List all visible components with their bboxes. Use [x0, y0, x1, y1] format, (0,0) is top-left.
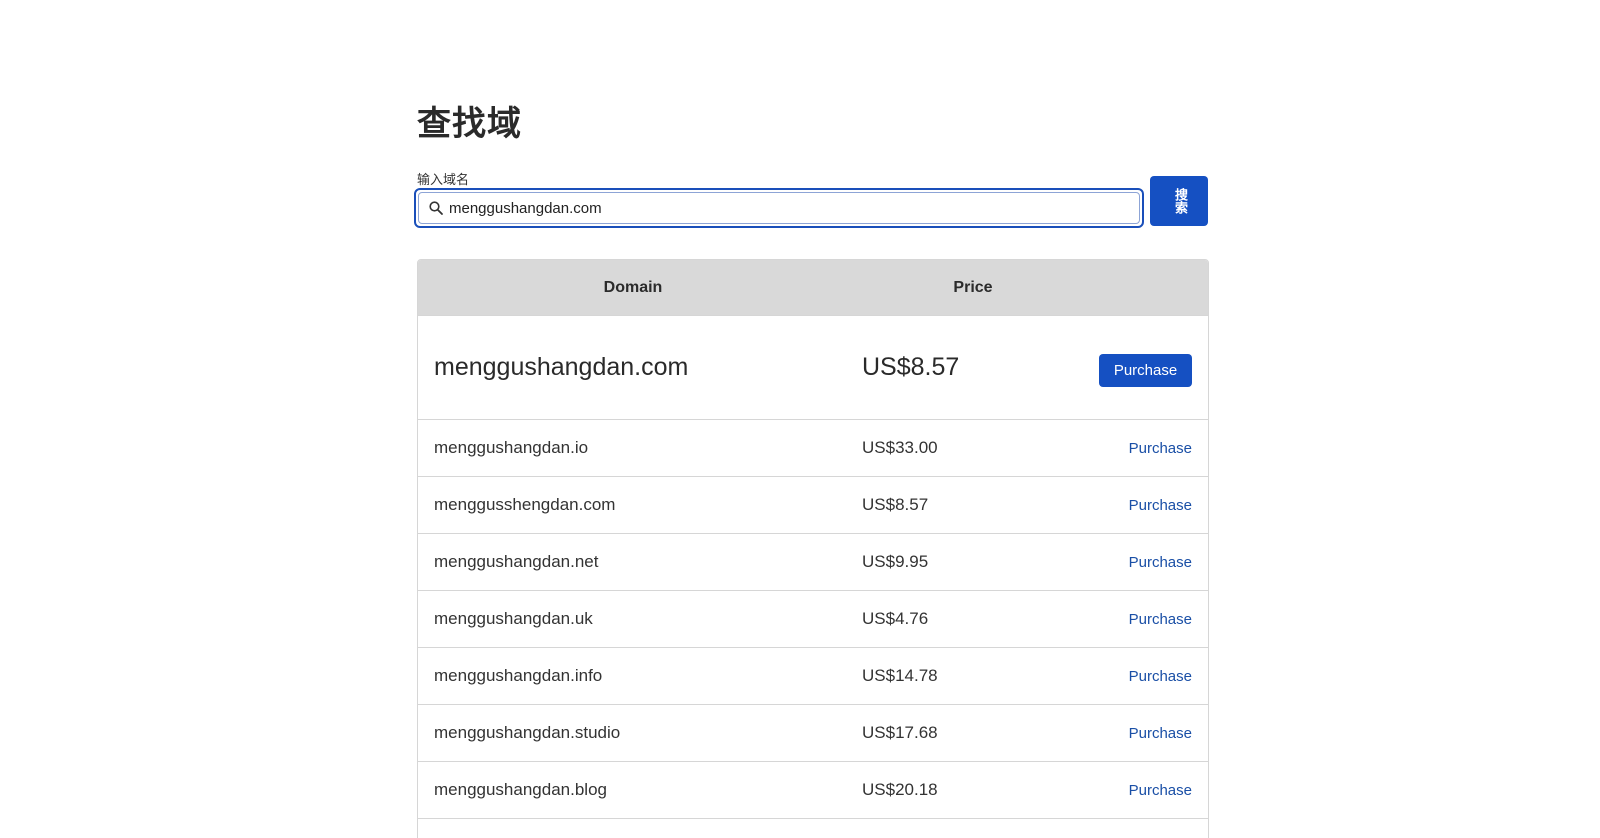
search-field-inner — [418, 192, 1140, 224]
table-row: menggushangdan.uk US$4.76 Purchase — [418, 590, 1208, 647]
table-row: menggushangdan.io US$33.00 Purchase — [418, 419, 1208, 476]
domain-price: US$14.78 — [862, 666, 938, 685]
page-title: 查找域 — [417, 105, 522, 143]
table-row-partial — [418, 818, 1208, 838]
page: 查找域 输入域名 搜索 Domain Price menggushangda — [0, 0, 1600, 838]
table-row: menggushangdan.info US$14.78 Purchase — [418, 647, 1208, 704]
search-label: 输入域名 — [417, 172, 470, 187]
domain-name: menggushangdan.info — [434, 666, 603, 685]
action-cell: Purchase — [1092, 723, 1192, 743]
domain-price: US$9.95 — [862, 552, 929, 571]
action-cell: Purchase — [1092, 495, 1192, 515]
purchase-link[interactable]: Purchase — [1129, 554, 1192, 571]
table-row: menggushangdan.blog US$20.18 Purchase — [418, 761, 1208, 818]
action-cell: Purchase — [1092, 780, 1192, 800]
search-input[interactable] — [449, 199, 1089, 217]
domain-name: menggushangdan.studio — [434, 723, 621, 742]
domain-name: menggushangdan.io — [434, 438, 589, 457]
action-cell: Purchase — [1092, 609, 1192, 629]
featured-result-row: menggushangdan.com US$8.57 Purchase — [418, 315, 1208, 419]
action-cell: Purchase — [1092, 552, 1192, 572]
purchase-link[interactable]: Purchase — [1129, 782, 1192, 799]
search-icon — [428, 200, 444, 216]
domain-price: US$33.00 — [862, 438, 938, 457]
domain-price: US$4.76 — [862, 609, 929, 628]
purchase-link[interactable]: Purchase — [1129, 440, 1192, 457]
domain-price: US$20.18 — [862, 780, 938, 799]
featured-domain-price: US$8.57 — [862, 353, 960, 381]
results-header: Domain Price — [418, 260, 1208, 315]
results-table: Domain Price menggushangdan.com US$8.57 … — [417, 259, 1209, 838]
column-header-domain: Domain — [603, 278, 663, 296]
domain-price: US$8.57 — [862, 495, 929, 514]
search-button[interactable]: 搜索 — [1150, 176, 1208, 226]
purchase-link[interactable]: Purchase — [1129, 611, 1192, 628]
column-header-price: Price — [953, 278, 993, 296]
featured-action-cell: Purchase — [1092, 348, 1192, 387]
domain-price: US$17.68 — [862, 723, 938, 742]
purchase-link[interactable]: Purchase — [1129, 725, 1192, 742]
domain-name: menggusshengdan.com — [434, 495, 616, 514]
featured-domain-name: menggushangdan.com — [434, 353, 689, 381]
table-row: menggusshengdan.com US$8.57 Purchase — [418, 476, 1208, 533]
search-field[interactable] — [414, 188, 1144, 228]
action-cell: Purchase — [1092, 438, 1192, 458]
purchase-link[interactable]: Purchase — [1129, 497, 1192, 514]
purchase-link[interactable]: Purchase — [1129, 668, 1192, 685]
domain-name: menggushangdan.net — [434, 552, 599, 571]
domain-name: menggushangdan.uk — [434, 609, 593, 628]
table-row: menggushangdan.studio US$17.68 Purchase — [418, 704, 1208, 761]
action-cell: Purchase — [1092, 666, 1192, 686]
table-row: menggushangdan.net US$9.95 Purchase — [418, 533, 1208, 590]
domain-name: menggushangdan.blog — [434, 780, 607, 799]
featured-purchase-button[interactable]: Purchase — [1099, 354, 1192, 387]
